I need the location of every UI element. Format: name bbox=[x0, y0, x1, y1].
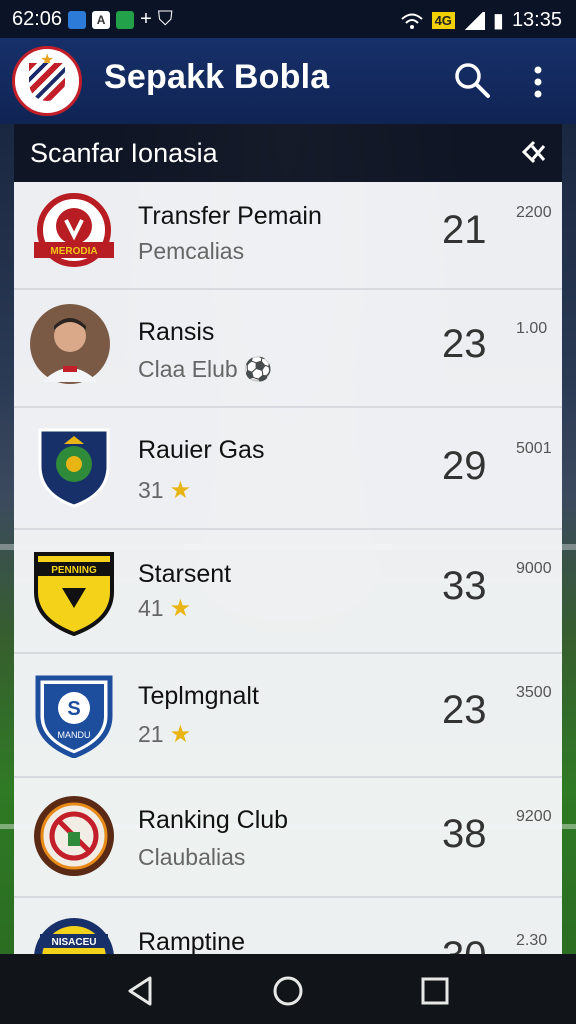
list-item[interactable]: NISACEU Ramptine 30 2.30 bbox=[14, 898, 562, 954]
soccer-ball-icon: ⚽ bbox=[243, 356, 273, 382]
badge-label: PENNING bbox=[51, 565, 97, 576]
back-icon[interactable] bbox=[124, 974, 158, 1008]
club-value: 23 bbox=[442, 322, 487, 366]
status-bar: 62:06 A + ⛉ 4G ▮ 13:35 bbox=[0, 0, 576, 38]
badge-label: NISACEU bbox=[51, 937, 96, 948]
app-logo[interactable]: ★ bbox=[12, 46, 82, 116]
club-name: Ranking Club bbox=[138, 806, 289, 834]
star-icon: ★ bbox=[169, 721, 192, 748]
notification-icon bbox=[68, 10, 87, 29]
club-name: Ransis bbox=[138, 318, 215, 346]
club-subtitle-text: 41 bbox=[138, 595, 164, 621]
club-subtitle-text: Pemcalias bbox=[138, 238, 245, 264]
club-name: Rauier Gas bbox=[138, 436, 265, 464]
app-bar: ★ Sepakk Bobla bbox=[0, 38, 576, 124]
status-clock: 13:35 bbox=[511, 9, 562, 31]
club-value: 21 bbox=[442, 208, 487, 252]
wifi-icon bbox=[400, 13, 423, 29]
club-value: 29 bbox=[442, 444, 487, 488]
club-stat: 9200 bbox=[516, 808, 552, 825]
recents-icon[interactable] bbox=[418, 974, 452, 1008]
club-stat: 2.30 bbox=[516, 932, 548, 949]
club-stat: 3500 bbox=[516, 684, 552, 701]
club-subtitle: Claa Elub ⚽ bbox=[138, 356, 272, 383]
system-nav-bar bbox=[0, 954, 576, 1024]
battery-icon: ▮ bbox=[492, 10, 504, 32]
list-item[interactable]: Ransis Claa Elub ⚽ 23 1.00 bbox=[14, 290, 562, 408]
club-name: Transfer Pemain bbox=[138, 202, 322, 230]
shield-icon: ⛉ bbox=[157, 8, 173, 30]
club-subtitle-text: 31 bbox=[138, 477, 164, 503]
club-badge-icon: MERODIA bbox=[34, 193, 114, 267]
club-value: 38 bbox=[442, 812, 487, 856]
club-value: 23 bbox=[442, 688, 487, 732]
svg-text:S: S bbox=[67, 698, 80, 720]
list-item[interactable]: PENNING Starsent 41 ★ 33 9000 bbox=[14, 530, 562, 654]
close-filter-icon[interactable] bbox=[516, 136, 548, 168]
club-name: Ramptine bbox=[138, 928, 245, 954]
club-subtitle: Claubalias bbox=[138, 844, 245, 871]
network-badge: 4G bbox=[431, 12, 455, 29]
club-list[interactable]: MERODIA Transfer Pemain Pemcalias 21 220… bbox=[14, 182, 562, 954]
club-value: 33 bbox=[442, 564, 487, 608]
list-item[interactable]: Rauier Gas 31 ★ 29 5001 bbox=[14, 408, 562, 530]
plus-icon: + bbox=[140, 8, 152, 30]
player-avatar bbox=[30, 304, 110, 384]
status-right: 4G ▮ 13:35 bbox=[400, 8, 562, 33]
club-subtitle-text: Claubalias bbox=[138, 844, 246, 870]
list-item[interactable]: MERODIA Transfer Pemain Pemcalias 21 220… bbox=[14, 182, 562, 290]
club-stat: 5001 bbox=[516, 440, 552, 457]
club-badge-icon bbox=[34, 796, 114, 876]
list-item[interactable]: S MANDU Teplmgnalt 21 ★ 23 3500 bbox=[14, 654, 562, 778]
club-subtitle: Pemcalias bbox=[138, 238, 244, 265]
more-options-icon[interactable] bbox=[524, 62, 552, 102]
home-icon[interactable] bbox=[271, 974, 305, 1008]
club-badge-icon: PENNING bbox=[34, 552, 114, 636]
club-subtitle-text: 21 bbox=[138, 721, 164, 747]
club-subtitle: 21 ★ bbox=[138, 720, 191, 749]
calendar-icon bbox=[116, 10, 135, 29]
club-name: Starsent bbox=[138, 560, 232, 588]
section-header: Scanfar Ionasia bbox=[14, 124, 562, 182]
star-icon: ★ bbox=[169, 595, 192, 622]
search-icon[interactable] bbox=[452, 60, 492, 100]
club-subtitle: 41 ★ bbox=[138, 594, 191, 623]
club-badge-icon: S MANDU bbox=[35, 675, 113, 758]
logo-crest-icon bbox=[29, 63, 65, 101]
club-value: 30 bbox=[442, 934, 487, 954]
status-time-left: 62:06 bbox=[12, 8, 63, 30]
club-stat: 9000 bbox=[516, 560, 552, 577]
app-title: Sepakk Bobla bbox=[104, 58, 330, 96]
badge-label: MERODIA bbox=[50, 246, 97, 257]
club-badge-icon bbox=[38, 428, 110, 508]
star-icon: ★ bbox=[169, 477, 192, 504]
club-subtitle-text: Claa Elub bbox=[138, 356, 238, 382]
club-stat: 1.00 bbox=[516, 320, 548, 337]
badge-label: MANDU bbox=[58, 730, 91, 740]
club-badge-icon: NISACEU bbox=[34, 918, 114, 954]
section-title: Scanfar Ionasia bbox=[30, 138, 218, 168]
club-name: Teplmgnalt bbox=[138, 682, 259, 710]
status-left: 62:06 A + ⛉ bbox=[12, 8, 173, 31]
app-notification-icon: A bbox=[92, 10, 111, 29]
club-subtitle: 31 ★ bbox=[138, 476, 191, 505]
club-stat: 2200 bbox=[516, 204, 552, 221]
signal-icon bbox=[462, 11, 485, 30]
list-item[interactable]: Ranking Club Claubalias 38 9200 bbox=[14, 778, 562, 898]
